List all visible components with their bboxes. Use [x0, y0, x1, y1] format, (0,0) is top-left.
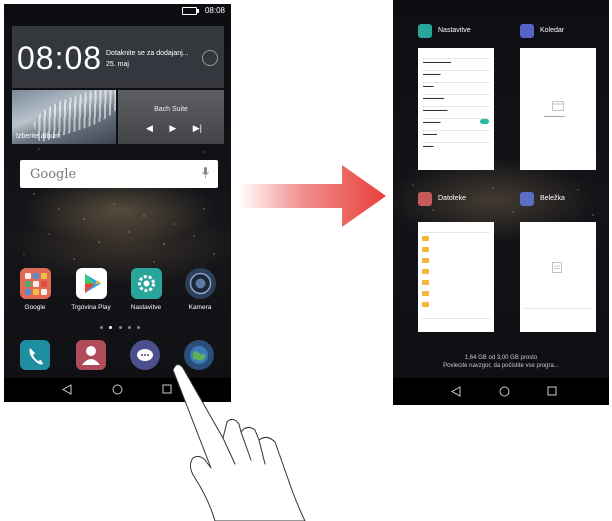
music-title: Bach Suite [154, 106, 188, 113]
page-dot [109, 326, 113, 329]
notepad-icon [552, 262, 562, 273]
task-title: Nastavitve [438, 27, 471, 34]
task-header-files: Datoteke [418, 192, 498, 208]
play-store-icon [75, 268, 107, 299]
messages-icon[interactable] [130, 340, 160, 370]
next-icon[interactable]: ▶| [193, 123, 202, 134]
task-header-calendar: Koledar [520, 24, 600, 40]
hand-swipe-icon [172, 364, 306, 521]
app-settings[interactable]: Nastavitve [126, 268, 166, 311]
folder-icon [422, 236, 429, 241]
recent-tasks-phone: Nastavitve ▬▬▬▬▬▬▬▬ ▬▬▬▬▬ ▬▬▬ ▬▬▬▬▬▬ ▬▬▬… [393, 0, 609, 405]
folder-icon [422, 280, 429, 285]
row-divider [422, 130, 490, 131]
app-label: Kamera [188, 304, 212, 311]
camera-icon [184, 268, 216, 299]
row-divider [422, 318, 490, 319]
transition-arrow-icon [238, 165, 386, 227]
music-widget: Bach Suite ◀ ▶ ▶| [118, 90, 224, 144]
folder-icon [422, 247, 429, 252]
battery-icon [182, 7, 199, 15]
settings-icon [130, 268, 162, 299]
play-icon[interactable]: ▶ [169, 123, 176, 134]
back-icon[interactable] [62, 384, 72, 395]
search-placeholder: Google [30, 167, 77, 182]
status-time: 08:08 [204, 6, 225, 15]
row-divider [422, 70, 490, 71]
photo-caption: Izberite album [16, 133, 60, 140]
app-play-store[interactable]: Trgovina Play [71, 268, 111, 311]
app-google[interactable]: Google [15, 268, 55, 311]
task-card-calendar[interactable]: ▬▬▬▬▬▬ [520, 48, 596, 170]
google-folder-icon [19, 268, 51, 299]
phone-icon[interactable] [20, 340, 50, 370]
placeholder-line: ▬▬▬ [423, 84, 434, 88]
placeholder-line: ▬▬▬▬▬▬ [423, 96, 444, 100]
placeholder-line: ▬▬▬▬▬ [423, 72, 441, 76]
clock-widget[interactable]: 08:08 Dotaknite se za dodajanj... 25. ma… [12, 26, 224, 88]
placeholder-line: ▬▬▬ [423, 144, 434, 148]
event-line-1: Dotaknite se za dodajanj... [106, 50, 189, 57]
weather-icon [202, 50, 218, 66]
storage-line-2: Povlecite navzgor, da počistite vse prog… [443, 363, 559, 369]
storage-line-1: 1,64 GB od 3,00 GB prosto [464, 355, 538, 361]
row-divider [524, 308, 592, 309]
row-divider [422, 142, 490, 143]
app-label: Nastavitve [130, 304, 162, 311]
page-dot [118, 326, 122, 329]
page-dot [100, 326, 103, 329]
calendar-icon [552, 101, 564, 111]
task-title: Datoteke [438, 195, 467, 202]
placeholder-line: ▬▬▬▬▬▬▬▬ [423, 60, 451, 64]
photo-widget[interactable]: Izberite album [12, 90, 116, 144]
app-camera[interactable]: Kamera [180, 268, 220, 311]
event-text: Dotaknite se za dodajanj... 25. maj [106, 48, 189, 70]
placeholder-line: ▬▬▬▬▬▬ [544, 114, 565, 118]
previous-icon[interactable]: ◀ [146, 123, 153, 134]
notepad-icon [520, 192, 534, 206]
folder-icon [422, 291, 429, 296]
contacts-icon[interactable] [76, 340, 106, 370]
toggle-switch [480, 119, 489, 124]
task-title: Koledar [540, 27, 565, 34]
task-header-settings: Nastavitve [418, 24, 498, 40]
row-divider [422, 94, 490, 95]
folder-icon [422, 269, 429, 274]
event-line-2: 25. maj [106, 61, 129, 68]
placeholder-line: ▬▬▬▬▬ [423, 120, 441, 124]
recents-icon[interactable] [547, 386, 557, 396]
back-icon[interactable] [451, 386, 461, 397]
placeholder-line: ▬▬▬▬ [423, 132, 437, 136]
app-label: Trgovina Play [71, 304, 111, 311]
files-icon [418, 192, 432, 206]
mic-icon[interactable] [202, 167, 209, 178]
page-dot [127, 326, 131, 329]
calendar-icon [520, 24, 534, 38]
google-search-bar[interactable]: Google [20, 160, 218, 188]
page-indicator [100, 326, 140, 330]
row-divider [422, 82, 490, 83]
status-bar: 08:08 [4, 4, 231, 18]
home-icon[interactable] [499, 386, 510, 397]
row-divider [422, 232, 490, 233]
folder-icon [422, 302, 429, 307]
page-dot [137, 326, 140, 329]
navigation-bar [393, 378, 609, 405]
clock-time: 08:08 [17, 40, 103, 76]
settings-icon [418, 24, 432, 38]
task-card-settings[interactable]: ▬▬▬▬▬▬▬▬ ▬▬▬▬▬ ▬▬▬ ▬▬▬▬▬▬ ▬▬▬▬▬▬▬ ▬▬▬▬▬ … [418, 48, 494, 170]
task-card-notepad[interactable] [520, 222, 596, 332]
task-title: Beležka [540, 195, 565, 202]
row-divider [422, 106, 490, 107]
home-screen-phone: 08:08 08:08 Dotaknite se za dodajanj... … [4, 4, 231, 402]
folder-icon [422, 258, 429, 263]
row-divider [422, 58, 490, 59]
task-header-notepad: Beležka [520, 192, 600, 208]
task-card-files[interactable] [418, 222, 494, 332]
app-label: Google [24, 304, 46, 311]
storage-info: 1,64 GB od 3,00 GB prosto Povlecite navz… [393, 354, 609, 370]
placeholder-line: ▬▬▬▬▬▬▬ [423, 108, 448, 112]
home-icon[interactable] [112, 384, 123, 395]
